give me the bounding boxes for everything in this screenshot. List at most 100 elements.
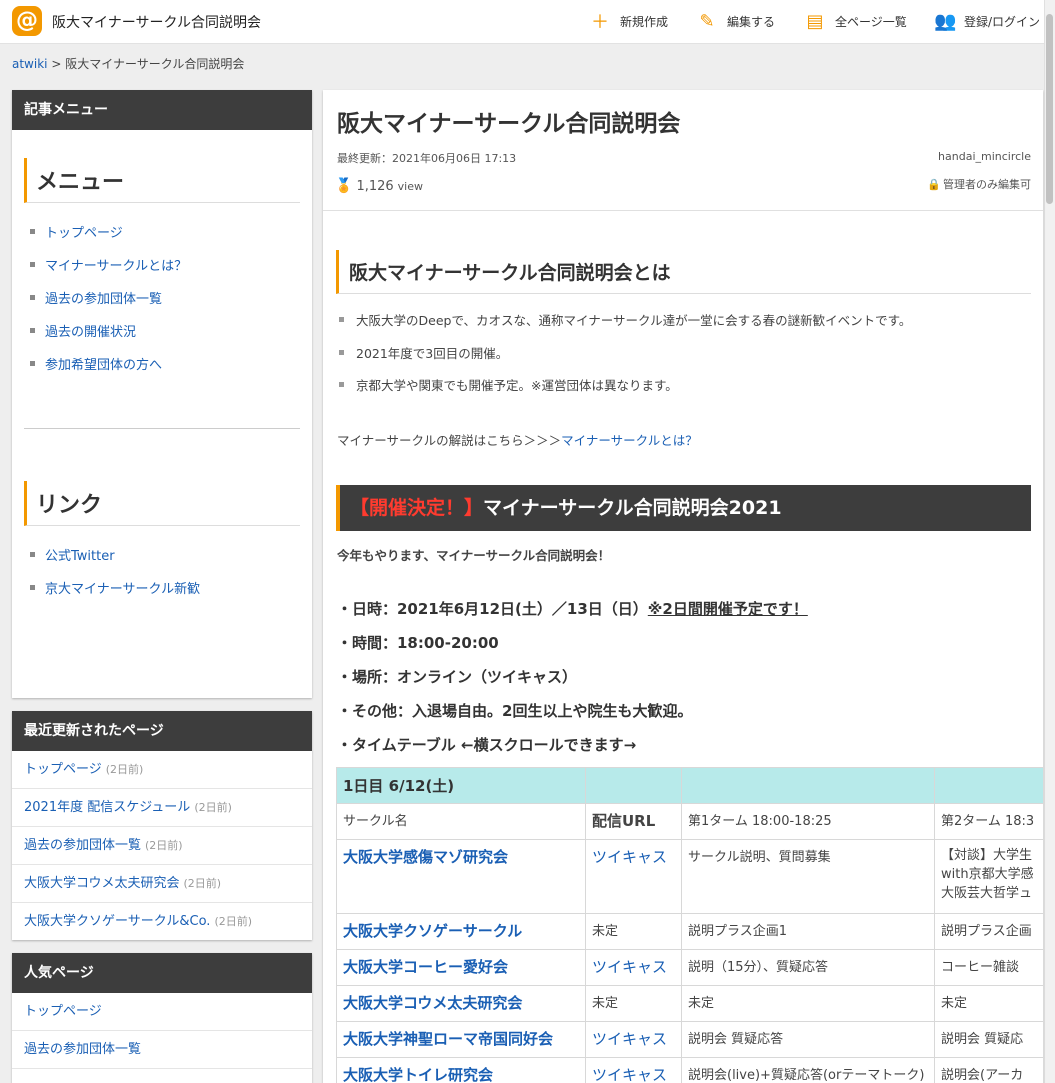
menu-item-about[interactable]: マイナーサークルとは？ (45, 255, 187, 274)
stream-cell: 未定 (585, 913, 682, 950)
menu-item-top[interactable]: トップページ (45, 222, 123, 241)
login-label: 登録/ログイン (964, 14, 1041, 29)
event-date-note: ※2日間開催予定です！ (647, 600, 808, 618)
popular-link[interactable]: 過去の参加団体一覧 (24, 1042, 141, 1057)
page-scrollbar[interactable] (1044, 0, 1055, 1083)
menu-item[interactable]: 参加希望団体の方へ (30, 347, 312, 380)
author-name[interactable]: handai_mincircle (938, 150, 1031, 163)
edit-label: 編集する (727, 14, 776, 29)
day-label: 1日目 6/12(土) (336, 767, 586, 804)
list-item[interactable]: 2021年度 配信スケジュール (2日前) (12, 789, 312, 827)
list-item[interactable]: 大阪大学クソゲーサークル&Co. (2日前) (12, 903, 312, 940)
recent-link[interactable]: 大阪大学コウメ太夫研究会 (24, 876, 179, 891)
stream-link[interactable]: ツイキャス (585, 1057, 682, 1083)
term2-cell: 説明会 質疑応 (934, 1021, 1043, 1058)
recent-ago: (2日前) (194, 801, 232, 814)
circle-name-link[interactable]: 大阪大学神聖ローマ帝国同好会 (336, 1021, 586, 1058)
term1-cell: 説明プラス企画1 (681, 913, 935, 950)
new-page-button[interactable]: ＋ 新規作成 (590, 10, 669, 33)
circle-name-link[interactable]: 大阪大学感傷マゾ研究会 (336, 839, 586, 914)
login-button[interactable]: 👥 登録/ログイン (934, 10, 1040, 32)
all-pages-button[interactable]: ▤ 全ページ一覧 (805, 10, 906, 32)
event-date: ・日時：2021年6月12日(土）／13日（日）※2日間開催予定です！ (337, 598, 808, 619)
event-heading-text: マイナーサークル合同説明会2021 (483, 497, 782, 519)
table-row: 大阪大学神聖ローマ帝国同好会 ツイキャス 説明会 質疑応答 説明会 質疑応 (336, 1021, 1043, 1058)
term2-cell: 【対談】大学生 with京都大学感 大阪芸大哲学ュ (934, 839, 1043, 914)
term2-line: with京都大学感 (941, 867, 1034, 882)
term1-cell: 説明会 質疑応答 (681, 1021, 935, 1058)
menu-item[interactable]: トップページ (30, 215, 312, 248)
explain-link[interactable]: マイナーサークルとは？ (561, 433, 698, 448)
link-item-kyoto[interactable]: 京大マイナーサークル新歓 (45, 578, 200, 597)
day-cell (934, 767, 1043, 804)
menu-item-past-events[interactable]: 過去の開催状況 (45, 321, 136, 340)
about-bullet-2: 2021年度で3回目の開催。 (339, 343, 508, 362)
recent-link[interactable]: 過去の参加団体一覧 (24, 838, 141, 853)
circle-name-link[interactable]: 大阪大学トイレ研究会 (336, 1057, 586, 1083)
timetable[interactable]: 1日目 6/12(土) サークル名 配信URL 第1ターム 18:00-18:2… (336, 767, 1043, 1083)
edit-button[interactable]: ✎ 編集する (697, 10, 775, 32)
stream-cell: 未定 (585, 985, 682, 1022)
day-cell (681, 767, 935, 804)
site-title[interactable]: 阪大マイナーサークル合同説明会 (52, 12, 261, 32)
menu-item[interactable]: 過去の参加団体一覧 (30, 281, 312, 314)
new-page-label: 新規作成 (620, 14, 669, 29)
link-heading: リンク (24, 481, 300, 526)
circle-name-link[interactable]: 大阪大学コーヒー愛好会 (336, 949, 586, 986)
list-item[interactable]: 大阪大学コウメ太夫研究会 (2日前) (12, 865, 312, 903)
recent-ago: (2日前) (214, 915, 253, 928)
view-unit: view (397, 179, 423, 193)
breadcrumb-root[interactable]: atwiki (12, 57, 48, 71)
table-row: 大阪大学クソゲーサークル 未定 説明プラス企画1 説明プラス企画 (336, 913, 1043, 950)
list-item[interactable]: 過去の参加団体一覧 (12, 1031, 312, 1069)
link-item-twitter[interactable]: 公式Twitter (45, 545, 115, 564)
popular-pages-list: トップページ 過去の参加団体一覧 (12, 993, 312, 1069)
recent-ago: (2日前) (145, 839, 183, 852)
breadcrumb-current: 阪大マイナーサークル合同説明会 (65, 57, 245, 71)
recent-ago: (2日前) (105, 763, 144, 776)
list-item[interactable]: 過去の参加団体一覧 (2日前) (12, 827, 312, 865)
menu-heading: メニュー (24, 158, 300, 203)
link-item[interactable]: 公式Twitter (30, 538, 312, 571)
menu-item-past-groups[interactable]: 過去の参加団体一覧 (45, 288, 162, 307)
stream-link[interactable]: ツイキャス (585, 1021, 682, 1058)
menu-item[interactable]: マイナーサークルとは？ (30, 248, 312, 281)
event-timetable: ・タイムテーブル ←横スクロールできます→ (337, 736, 637, 754)
section-heading-about: 阪大マイナーサークル合同説明会とは (336, 250, 1031, 294)
stream-link[interactable]: ツイキャス (585, 839, 682, 914)
table-row: 大阪大学感傷マゾ研究会 ツイキャス サークル説明、質問募集 【対談】大学生 wi… (336, 839, 1043, 914)
recent-link[interactable]: トップページ (24, 762, 102, 777)
page-list-icon: ▤ (806, 10, 824, 32)
circle-name-link[interactable]: 大阪大学クソゲーサークル (336, 913, 586, 950)
recent-link[interactable]: 大阪大学クソゲーサークル&Co. (24, 914, 210, 929)
about-bullet-3: 京都大学や関東でも開催予定。※運営団体は異なります。 (339, 375, 678, 394)
term1-cell: 説明会(live)+質疑応答(orテーマトーク) (681, 1057, 935, 1083)
link-item[interactable]: 京大マイナーサークル新歓 (30, 571, 312, 604)
edit-permission: 🔒 管理者のみ編集可 (927, 176, 1031, 192)
circle-name-link[interactable]: 大阪大学コウメ太夫研究会 (336, 985, 586, 1022)
menu-list: トップページ マイナーサークルとは？ 過去の参加団体一覧 過去の開催状況 参加希… (12, 203, 312, 380)
scrollbar-thumb[interactable] (1046, 14, 1053, 204)
recent-ago: (2日前) (183, 877, 222, 890)
menu-divider (24, 428, 300, 429)
link-list: 公式Twitter 京大マイナーサークル新歓 (12, 526, 312, 604)
list-item[interactable]: トップページ (2日前) (12, 751, 312, 789)
last-updated: 最終更新：2021年06月06日 17:13 (337, 152, 517, 165)
term2-line: 【対談】大学生 (941, 848, 1033, 863)
menu-item-apply[interactable]: 参加希望団体の方へ (45, 354, 162, 373)
explain-prefix: マイナーサークルの解説はこちら＞＞＞ (337, 433, 562, 448)
popular-link[interactable]: トップページ (24, 1004, 102, 1019)
list-item[interactable]: トップページ (12, 993, 312, 1031)
menu-item[interactable]: 過去の開催状況 (30, 314, 312, 347)
recent-link[interactable]: 2021年度 配信スケジュール (24, 800, 190, 815)
popular-pages-title: 人気ページ (12, 953, 312, 993)
main-content: 阪大マイナーサークル合同説明会 最終更新：2021年06月06日 17:13 h… (323, 90, 1043, 1083)
stream-link[interactable]: ツイキャス (585, 949, 682, 986)
plus-icon: ＋ (591, 12, 609, 33)
event-time: ・時間：18:00-20:00 (337, 634, 499, 652)
lock-icon: 🔒 (927, 177, 941, 191)
atwiki-logo[interactable]: @ (12, 6, 42, 36)
term2-cell: 説明会(アーカ (934, 1057, 1043, 1083)
about-bullet-1: 大阪大学のDeepで、カオスな、通称マイナーサークル達が一堂に会する春の謎新歓イ… (339, 310, 911, 329)
breadcrumb-separator: > (51, 57, 62, 71)
